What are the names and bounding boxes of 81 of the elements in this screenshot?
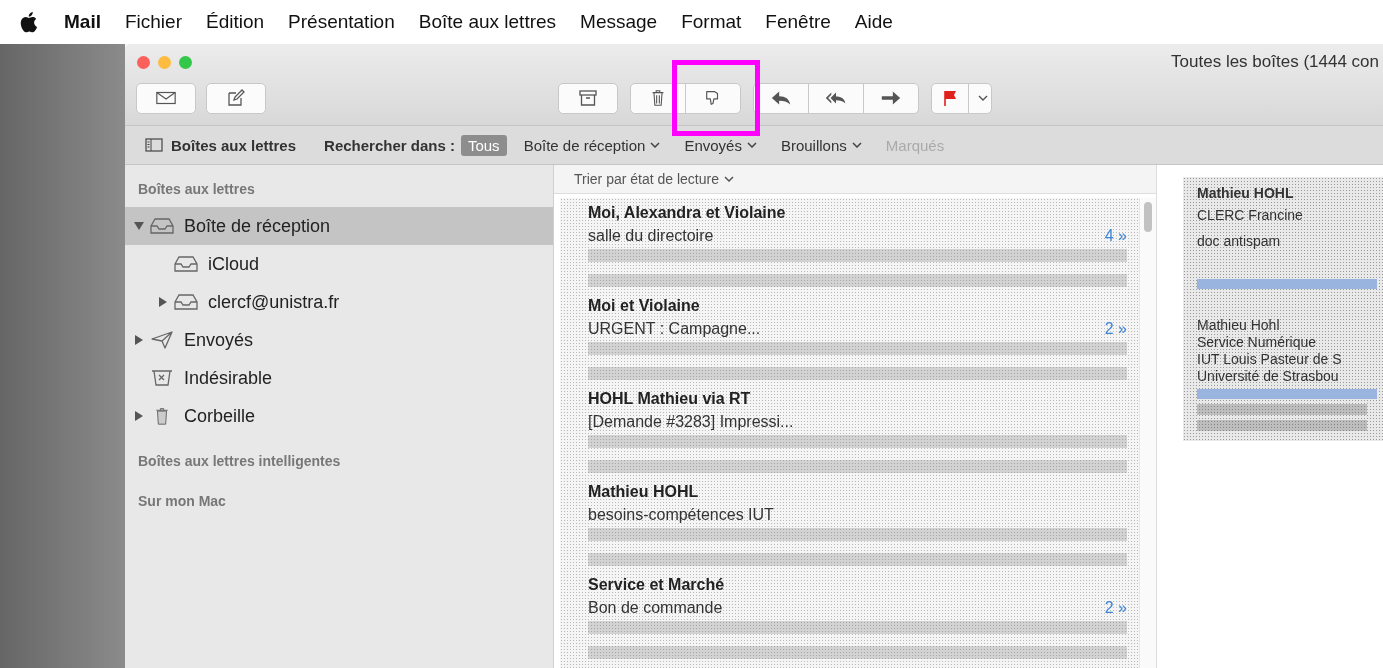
caret-icon [746,142,757,148]
caret-icon [851,142,862,148]
message-subject: besoins-compétences IUT [588,506,774,524]
scope-tab[interactable]: Envoyés [677,134,764,156]
message-subject: salle du directoire [588,227,714,245]
preview-recipient: CLERC Francine [1197,207,1304,223]
archive-box-icon [577,89,599,107]
collapsed-triangle-icon[interactable] [134,411,144,421]
message-subject: Bon de commande [588,599,723,617]
scope-tab[interactable]: Brouillons [773,134,869,156]
archive-button[interactable] [558,82,618,114]
menu-item[interactable]: Présentation [288,11,395,33]
paper-plane-icon [150,331,174,349]
menu-item[interactable]: Format [681,11,742,33]
menu-item[interactable]: Fenêtre [765,11,831,33]
reply-arrow-icon [770,89,792,107]
signature-line: Mathieu Hohl [1197,317,1281,334]
sort-menu[interactable]: Trier par état de lecture [554,165,1156,194]
collapsed-triangle-icon[interactable] [158,297,168,307]
message-item[interactable]: Moi et Violaine URGENT : Campagne... 2 » [560,291,1139,384]
caret-icon [724,176,734,182]
thread-count: 4 » [1104,227,1127,245]
menu-item[interactable]: Aide [854,11,893,33]
close-button[interactable] [137,55,150,69]
inbox-tray-icon [174,255,198,273]
scroll-bar[interactable] [1139,198,1156,668]
forward-arrow-icon [880,89,902,107]
message-item[interactable]: Mathieu HOHL besoins-compétences IUT [560,477,1139,570]
preview-sender: Mathieu HOHL [1197,185,1295,201]
compose-button[interactable] [206,82,266,114]
sidebar-item[interactable]: Corbeille [125,397,553,435]
flag-button[interactable] [931,82,969,114]
menu-item[interactable]: Message [580,11,658,33]
message-sender: HOHL Mathieu via RT [588,390,752,408]
preview-subject: doc antispam [1197,233,1282,249]
message-sender: Moi et Violaine [588,297,701,315]
envelope-icon [155,89,177,107]
message-item[interactable]: Service et Marché Bon de commande 2 » [560,570,1139,663]
mailboxes-toggle[interactable]: Boîtes aux lettres [145,136,297,154]
apple-logo-icon[interactable] [18,11,38,33]
signature-line: IUT Louis Pasteur de S [1197,351,1343,368]
sidebar-heading: Boîtes aux lettres [137,180,256,199]
sidebar-item[interactable]: clercf@unistra.fr [125,283,553,321]
junk-bin-icon [150,369,174,387]
sidebar-item[interactable]: iCloud [125,245,553,283]
menu-item[interactable]: Édition [205,11,265,33]
inbox-tray-icon [174,293,198,311]
reply-all-button[interactable] [808,82,864,114]
sidebar-heading: Boîtes aux lettres intelligentes [137,452,342,471]
forward-button[interactable] [863,82,919,114]
get-mail-button[interactable] [136,82,196,114]
sidebar-item[interactable]: Indésirable [125,359,553,397]
sidebar-heading: Sur mon Mac [137,492,227,511]
thread-count: 2 » [1104,599,1127,617]
expanded-triangle-icon[interactable] [134,221,144,231]
compose-icon [225,89,247,107]
collapsed-triangle-icon[interactable] [134,335,144,345]
sidebar-item[interactable]: Boîte de réception [125,207,553,245]
caret-icon [977,95,988,101]
signature-line: Université de Strasbou [1197,368,1340,385]
sidebar-item[interactable]: Envoyés [125,321,553,359]
sidebar-icon [145,138,163,152]
search-scope-label: Rechercher dans : [324,136,455,154]
window-title: Toutes les boîtes (1444 con [1171,52,1379,72]
message-item[interactable]: HOHL Mathieu via RT [Demande #3283] Impressi... [560,384,1139,477]
scroll-thumb[interactable] [1144,202,1152,232]
message-subject: [Demande #3283] Impressi... [588,413,794,431]
junk-button[interactable] [685,82,741,114]
menu-item[interactable]: Fichier [124,11,182,33]
message-sender: Mathieu HOHL [588,483,700,501]
thread-count: 2 » [1104,320,1127,338]
message-item[interactable]: Moi, Alexandra et Violaine salle du directoire 4 » [560,198,1139,291]
menu-item[interactable]: Boîte aux lettres [418,11,557,33]
app-menu[interactable]: Mail [64,11,101,33]
message-subject: URGENT : Campagne... [588,320,761,338]
caret-icon [650,142,661,148]
inbox-tray-icon [150,217,174,235]
message-sender: Moi, Alexandra et Violaine [588,204,787,222]
signature-line: Service Numérique [1197,334,1318,351]
scope-tab[interactable]: Boîte de réception [516,134,668,156]
message-sender: Service et Marché [588,576,726,594]
